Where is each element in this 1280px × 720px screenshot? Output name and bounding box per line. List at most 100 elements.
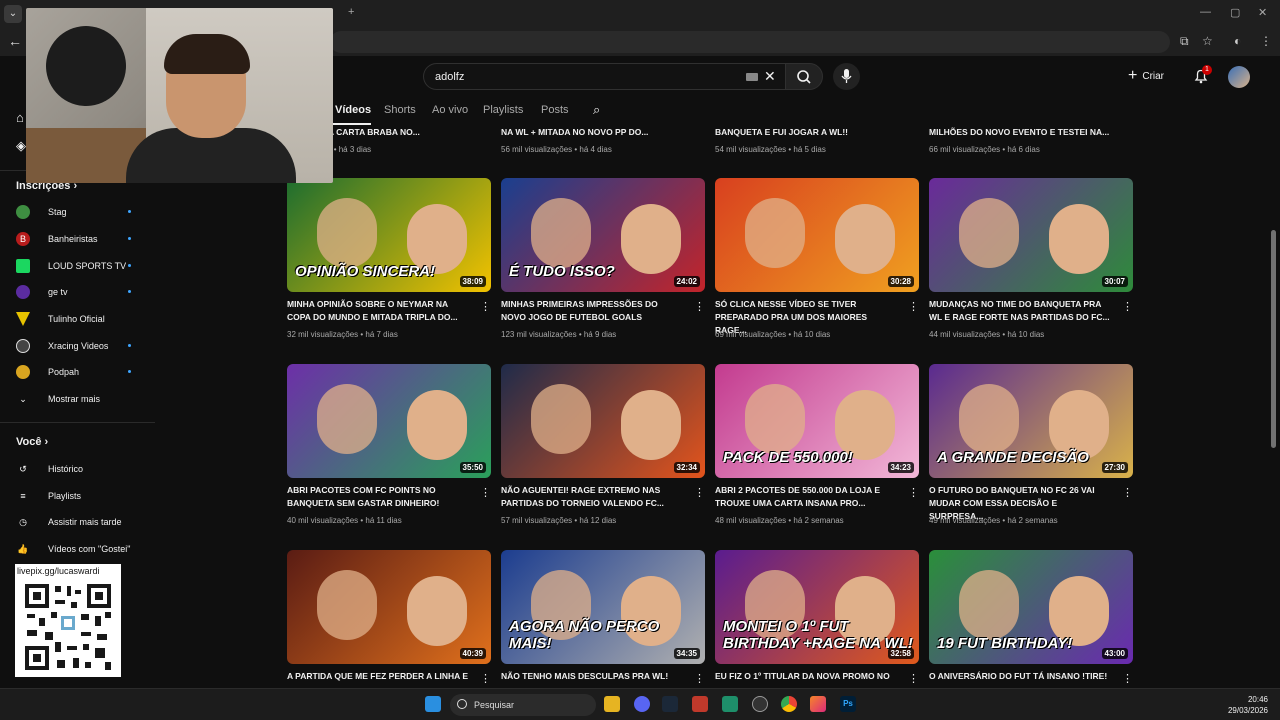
sidebar-item-tulinho-oficial[interactable]: Tulinho Oficial: [16, 309, 146, 329]
browser-menu-icon[interactable]: ⋮: [1260, 34, 1272, 48]
tab-playlists[interactable]: Playlists: [483, 104, 523, 116]
home-icon[interactable]: ⌂: [16, 110, 24, 125]
file-explorer-icon[interactable]: [604, 696, 620, 712]
video-thumbnail[interactable]: 35:50: [287, 364, 491, 478]
more-options-icon[interactable]: ⋮: [908, 486, 919, 499]
thumbnail-overlay-text: É TUDO ISSO?: [509, 263, 615, 280]
close-window-icon[interactable]: ✕: [1258, 6, 1267, 19]
tab-shorts[interactable]: Shorts: [384, 104, 416, 116]
video-title[interactable]: ABRI PACOTES COM FC POINTS NO BANQUETA SE…: [287, 484, 471, 510]
video-thumbnail[interactable]: 30:28: [715, 178, 919, 292]
create-button[interactable]: + Criar: [1128, 65, 1178, 87]
more-options-icon[interactable]: ⋮: [908, 672, 919, 685]
windows-start-icon[interactable]: [425, 696, 441, 712]
more-options-icon[interactable]: ⋮: [694, 486, 705, 499]
more-options-icon[interactable]: ⋮: [480, 300, 491, 313]
sidebar-item-xracing-videos[interactable]: Xracing Videos: [16, 336, 146, 356]
sidebar-item-watch-later[interactable]: ◷ Assistir mais tarde: [16, 512, 146, 532]
more-options-icon[interactable]: ⋮: [1122, 300, 1133, 313]
video-title[interactable]: NA WL + MITADA NO NOVO PP DO...: [501, 126, 685, 139]
sidebar-item-label: LOUD SPORTS TV: [48, 261, 127, 271]
video-title[interactable]: O ANIVERSÁRIO DO FUT TÁ INSANO !TIRE!: [929, 670, 1113, 683]
video-title[interactable]: ABRI 2 PACOTES DE 550.000 DA LOJA E TROUX…: [715, 484, 899, 510]
more-options-icon[interactable]: ⋮: [908, 300, 919, 313]
taskbar-search[interactable]: Pesquisar: [450, 694, 596, 716]
video-title[interactable]: MILHÕES DO NOVO EVENTO E TESTEI NA...: [929, 126, 1113, 139]
sidebar-item-liked-videos[interactable]: 👍 Vídeos com "Gostei": [16, 539, 146, 559]
chrome-icon[interactable]: [781, 696, 797, 712]
keyboard-icon[interactable]: [746, 73, 758, 81]
sidebar-item-label: Playlists: [48, 491, 82, 501]
app-icon[interactable]: [810, 696, 826, 712]
video-thumbnail[interactable]: 32:34: [501, 364, 705, 478]
maximize-icon[interactable]: ▢: [1230, 6, 1240, 19]
clock-time: 20:46: [1247, 695, 1268, 704]
discord-icon[interactable]: [634, 696, 650, 712]
video-thumbnail[interactable]: OPINIÃO SINCERA! 38:09: [287, 178, 491, 292]
app-icon[interactable]: [692, 696, 708, 712]
minimize-icon[interactable]: —: [1200, 6, 1211, 18]
more-options-icon[interactable]: ⋮: [694, 300, 705, 313]
video-title[interactable]: NÃO AGUENTEI! RAGE EXTREMO NAS PARTIDAS D…: [501, 484, 685, 510]
sidebar-item-loud-sports-tv[interactable]: LOUD SPORTS TV: [16, 256, 146, 276]
search-input[interactable]: adolfz ✕: [423, 63, 785, 90]
tab-videos[interactable]: Vídeos: [335, 104, 371, 116]
show-more-button[interactable]: ⌄ Mostrar mais: [16, 389, 146, 409]
video-title[interactable]: A PARTIDA QUE ME FEZ PERDER A LINHA E: [287, 670, 471, 683]
sidebar-item-podpah[interactable]: Podpah: [16, 362, 146, 382]
new-tab-icon[interactable]: +: [348, 6, 354, 18]
obs-icon[interactable]: [752, 696, 768, 712]
video-title[interactable]: EU FIZ O 1º TITULAR DA NOVA PROMO NO: [715, 670, 899, 683]
video-title[interactable]: MINHAS PRIMEIRAS IMPRESSÕES DO NOVO JOGO …: [501, 298, 685, 324]
sidebar-item-history[interactable]: ↺ Histórico: [16, 459, 146, 479]
video-thumbnail[interactable]: 40:39: [287, 550, 491, 664]
you-heading[interactable]: Você ›: [16, 436, 48, 448]
channel-avatar-icon: [16, 365, 30, 379]
steam-icon[interactable]: [662, 696, 678, 712]
video-duration: 43:00: [1101, 648, 1128, 659]
video-thumbnail[interactable]: MONTEI O 1º FUT BIRTHDAY +RAGE NA WL! 32:…: [715, 550, 919, 664]
video-thumbnail[interactable]: É TUDO ISSO? 24:02: [501, 178, 705, 292]
profile-icon[interactable]: ◐: [1234, 34, 1241, 48]
tab-live[interactable]: Ao vivo: [432, 104, 468, 116]
video-title[interactable]: MUDANÇAS NO TIME DO BANQUETA PRA WL E RAG…: [929, 298, 1113, 324]
more-options-icon[interactable]: ⋮: [694, 672, 705, 685]
channel-search-icon[interactable]: ⌕: [593, 102, 600, 118]
app-icon[interactable]: [722, 696, 738, 712]
clear-search-icon[interactable]: ✕: [764, 68, 776, 85]
video-thumbnail[interactable]: A GRANDE DECISÃO 27:30: [929, 364, 1133, 478]
more-options-icon[interactable]: ⋮: [1122, 486, 1133, 499]
page-scrollbar[interactable]: [1271, 230, 1276, 448]
account-avatar[interactable]: [1228, 66, 1250, 88]
sidebar-item-banheiristas[interactable]: B Banheiristas: [16, 229, 146, 249]
photoshop-icon[interactable]: Ps: [840, 696, 856, 712]
video-title[interactable]: MINHA OPINIÃO SOBRE O NEYMAR NA COPA DO M…: [287, 298, 471, 324]
more-options-icon[interactable]: ⋮: [480, 486, 491, 499]
video-meta: 40 mil visualizações • há 11 dias: [287, 516, 402, 525]
omnibox[interactable]: [330, 31, 1170, 53]
video-thumbnail[interactable]: 19 FUT BIRTHDAY! 43:00: [929, 550, 1133, 664]
bookmark-star-icon[interactable]: ☆: [1202, 34, 1213, 48]
voice-search-button[interactable]: [833, 63, 860, 90]
video-thumbnail[interactable]: PACK DE 550.000! 34:23: [715, 364, 919, 478]
sidebar-item-label: Histórico: [48, 464, 84, 474]
thumbnail-face: [621, 204, 681, 274]
more-options-icon[interactable]: ⋮: [1122, 672, 1133, 685]
more-options-icon[interactable]: ⋮: [480, 672, 491, 685]
video-thumbnail[interactable]: AGORA NÃO PERCO MAIS! 34:35: [501, 550, 705, 664]
video-thumbnail[interactable]: 30:07: [929, 178, 1133, 292]
back-icon[interactable]: ←: [8, 33, 22, 49]
notifications-button[interactable]: 1: [1192, 65, 1212, 85]
video-title[interactable]: BANQUETA E FUI JOGAR A WL!!: [715, 126, 899, 139]
sidebar-item-ge-tv[interactable]: ge tv: [16, 282, 146, 302]
search-button[interactable]: [785, 63, 823, 90]
sidebar-item-playlists[interactable]: ≡ Playlists: [16, 486, 146, 506]
system-clock[interactable]: 20:46 29/03/2026: [1224, 694, 1268, 716]
sidebar-item-stag[interactable]: Stag: [16, 202, 146, 222]
video-title[interactable]: NÃO TENHO MAIS DESCULPAS PRA WL!: [501, 670, 685, 683]
tab-list-icon[interactable]: ⌄: [4, 5, 22, 23]
install-icon[interactable]: ⧉: [1180, 34, 1189, 49]
shorts-icon[interactable]: ◈: [16, 138, 26, 154]
tab-posts[interactable]: Posts: [541, 104, 569, 116]
channel-avatar-icon: [16, 205, 30, 219]
